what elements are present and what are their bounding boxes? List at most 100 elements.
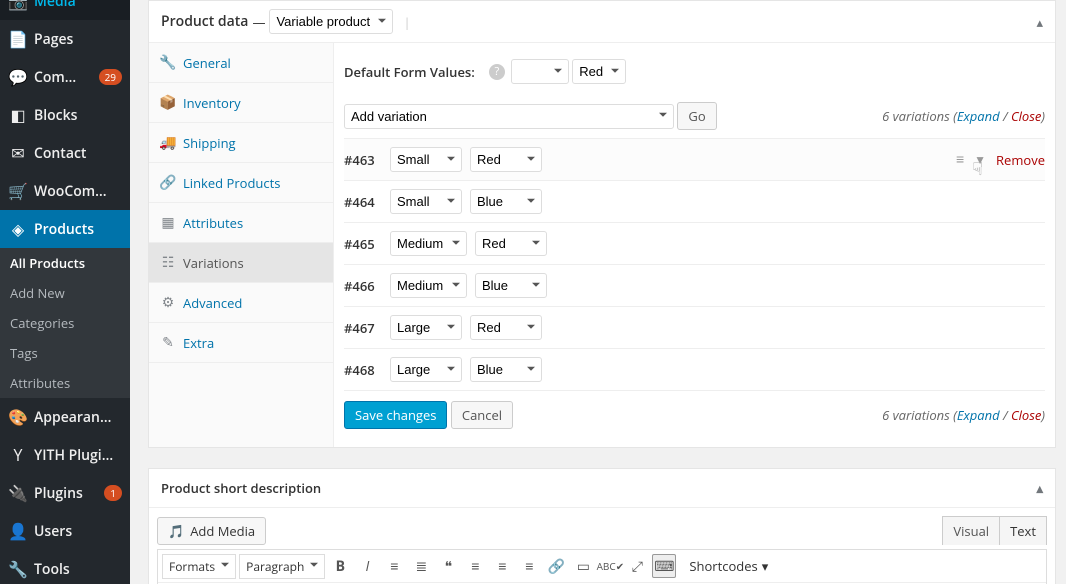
variation-action-select[interactable]: Add variation [344,104,674,129]
add-media-button[interactable]: 🎵 Add Media [157,517,266,545]
formats-select[interactable]: Formats [162,554,236,579]
product-data-header: Product data — Variable product | ▴ [149,1,1055,43]
variation-color-select[interactable]: Red [475,231,547,256]
variation-color-select[interactable]: Blue [475,273,547,298]
editor-toolbar: Formats Paragraph B I ≡ ≣ ❝ ≡ ≡ ≡ 🔗 ▭ AB… [157,549,1047,584]
more-button[interactable]: ▭ [571,554,595,578]
menu-icon: ◧ [8,104,28,126]
bullet-list-button[interactable]: ≡ [382,554,406,578]
admin-sidebar: 📷Media📄Pages💬Comments29◧Blocks✉Contact🛒W… [0,0,130,584]
tab-attributes[interactable]: ▦Attributes [149,203,333,243]
variation-row[interactable]: #464SmallBlue≡▼☟Remove [344,181,1045,223]
menu-label: Pages [34,30,114,49]
variation-size-select[interactable]: Small [390,147,462,172]
sidebar-item-plugins[interactable]: 🔌Plugins1 [0,474,130,512]
sidebar-item-blocks[interactable]: ◧Blocks [0,96,130,134]
tab-icon: 📦 [159,93,177,112]
variation-row[interactable]: #463SmallRed≡▼☟Remove [344,139,1045,181]
menu-label: Contact [34,144,114,163]
submenu-item-categories[interactable]: Categories [0,308,130,338]
sidebar-item-tools[interactable]: 🔧Tools [0,550,130,584]
chevron-down-icon: ▾ [762,557,769,575]
tab-advanced[interactable]: ⚙Advanced [149,283,333,323]
variation-size-select[interactable]: Medium [390,273,467,298]
tab-label: Linked Products [183,174,280,192]
paragraph-select[interactable]: Paragraph [239,554,325,579]
align-left-button[interactable]: ≡ [463,554,487,578]
submenu-item-add-new[interactable]: Add New [0,278,130,308]
collapse-icon[interactable]: ▴ [1036,479,1043,497]
tab-extra[interactable]: ✎Extra [149,323,333,363]
close-link-bottom[interactable]: Close [1011,406,1041,424]
expand-variation-icon[interactable]: ▼☟ [974,151,986,168]
variation-row[interactable]: #465MediumRed≡▼☟Remove [344,223,1045,265]
align-right-button[interactable]: ≡ [517,554,541,578]
blockquote-button[interactable]: ❝ [436,554,460,578]
sidebar-item-products[interactable]: ◈Products [0,210,130,248]
tab-icon: ☷ [159,253,177,272]
go-button[interactable]: Go [677,102,716,130]
sidebar-item-contact[interactable]: ✉Contact [0,134,130,172]
count-badge: 29 [99,69,122,85]
sidebar-item-users[interactable]: 👤Users [0,512,130,550]
save-changes-button[interactable]: Save changes [344,401,447,429]
close-link[interactable]: Close [1011,107,1041,125]
menu-label: YITH Plugins [34,446,114,465]
variation-id: #466 [344,277,390,295]
sidebar-item-yith-plugins[interactable]: YYITH Plugins [0,436,130,474]
variation-color-select[interactable]: Blue [470,357,542,382]
tab-linked-products[interactable]: 🔗Linked Products [149,163,333,203]
spellcheck-button[interactable]: ABC✔ [598,554,622,578]
default-attr1-select[interactable] [511,59,569,84]
default-attr2-select[interactable]: Red [572,59,626,84]
visual-tab[interactable]: Visual [942,516,999,545]
tab-label: General [183,54,231,72]
text-tab[interactable]: Text [999,516,1047,545]
variation-color-select[interactable]: Blue [470,189,542,214]
sidebar-item-comments[interactable]: 💬Comments29 [0,58,130,96]
variations-count: 6 variations [882,107,950,125]
variation-color-select[interactable]: Red [470,315,542,340]
variation-size-select[interactable]: Medium [390,231,467,256]
variation-row[interactable]: #468LargeBlue≡▼☟Remove [344,349,1045,391]
variation-row[interactable]: #466MediumBlue≡▼☟Remove [344,265,1045,307]
submenu-item-all-products[interactable]: All Products [0,248,130,278]
product-type-select[interactable]: Variable product [269,9,393,34]
submenu-item-attributes[interactable]: Attributes [0,368,130,398]
number-list-button[interactable]: ≣ [409,554,433,578]
variation-size-select[interactable]: Large [390,315,462,340]
menu-label: Comments [34,68,87,87]
fullscreen-button[interactable]: ⤢ [625,554,649,578]
sidebar-item-woocommerce[interactable]: 🛒WooCommerce [0,172,130,210]
remove-variation-link[interactable]: Remove [996,151,1045,169]
submenu-item-tags[interactable]: Tags [0,338,130,368]
tab-label: Shipping [183,134,236,152]
shortcodes-dropdown[interactable]: Shortcodes ▾ [689,557,768,575]
cancel-button[interactable]: Cancel [451,401,513,429]
tab-shipping[interactable]: 🚚Shipping [149,123,333,163]
tab-general[interactable]: 🔧 General [149,43,333,83]
tab-variations[interactable]: ☷ Variations [149,243,333,283]
variation-size-select[interactable]: Small [390,189,462,214]
variation-row[interactable]: #467LargeRed≡▼☟Remove [344,307,1045,349]
tab-label: Variations [183,254,244,272]
sidebar-item-appearance[interactable]: 🎨Appearance [0,398,130,436]
menu-icon: 👤 [8,520,28,542]
collapse-icon[interactable]: ▴ [1036,13,1043,31]
tab-icon: 🔧 [159,53,177,72]
expand-link[interactable]: Expand [957,107,1000,125]
italic-button[interactable]: I [355,554,379,578]
help-icon[interactable]: ? [489,64,505,80]
link-button[interactable]: 🔗 [544,554,568,578]
variation-size-select[interactable]: Large [390,357,462,382]
sidebar-item-media[interactable]: 📷Media [0,0,130,20]
variations-count-bottom: 6 variations [882,406,950,424]
align-center-button[interactable]: ≡ [490,554,514,578]
bold-button[interactable]: B [328,554,352,578]
toolbar-toggle-button[interactable]: ⌨ [652,554,676,578]
tab-inventory[interactable]: 📦Inventory [149,83,333,123]
sidebar-item-pages[interactable]: 📄Pages [0,20,130,58]
expand-link-bottom[interactable]: Expand [957,406,1000,424]
drag-handle-icon[interactable]: ≡ [956,150,964,169]
variation-color-select[interactable]: Red [470,147,542,172]
